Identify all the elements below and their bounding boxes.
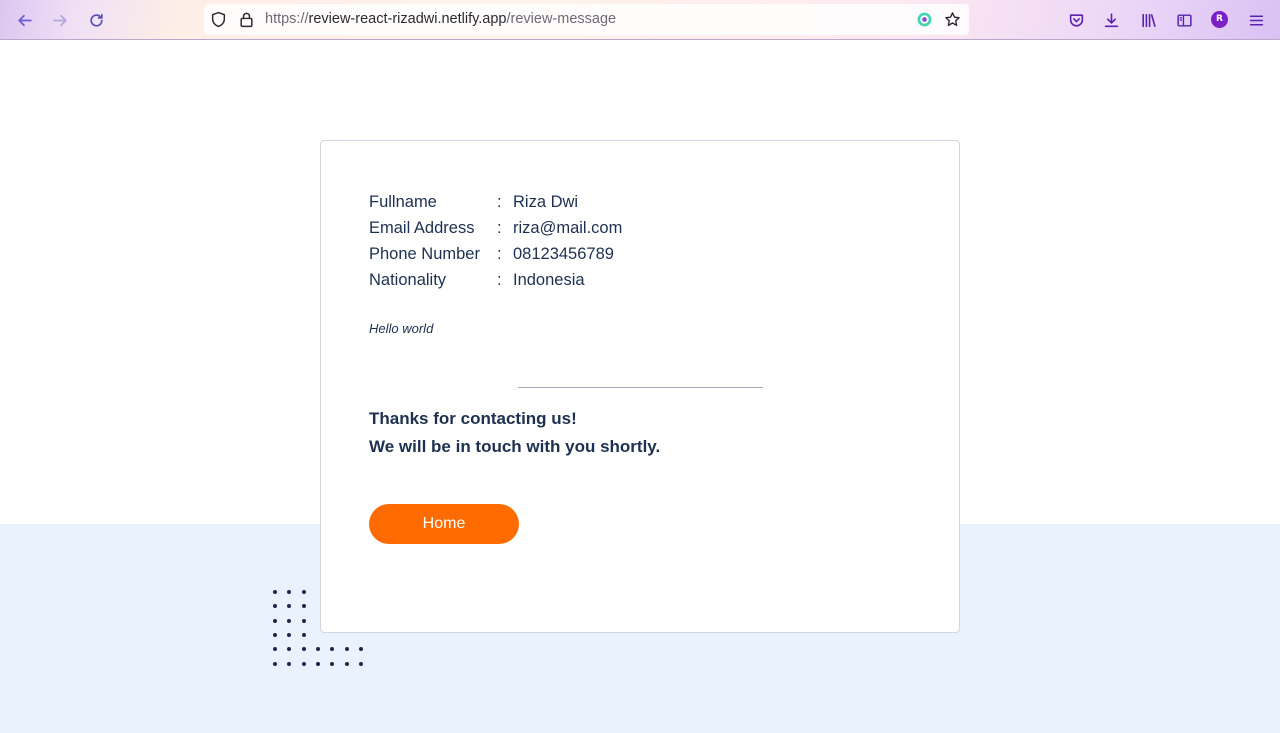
hamburger-menu-icon[interactable] [1244, 8, 1268, 32]
review-message: Hello world [369, 321, 434, 336]
review-card: Fullname : Riza Dwi Email Address : riza… [320, 140, 960, 633]
reload-icon[interactable] [84, 8, 108, 32]
decorative-dot [287, 647, 292, 652]
decorative-dot [315, 647, 320, 652]
url-text[interactable]: https://review-react-rizadwi.netlify.app… [265, 11, 616, 27]
thank-you-line-1: Thanks for contacting us! [369, 409, 577, 428]
decorative-dot [344, 647, 349, 652]
field-label: Fullname [369, 193, 437, 211]
shield-icon[interactable] [210, 11, 227, 28]
field-separator: : [497, 245, 502, 263]
decorative-dot [358, 647, 363, 652]
url-host: review-react-rizadwi.netlify.app [308, 11, 507, 27]
decorative-dot [344, 661, 349, 666]
sidebar-icon[interactable] [1172, 8, 1196, 32]
forward-arrow-icon[interactable] [48, 8, 72, 32]
decorative-dot [301, 618, 306, 623]
decorative-dot [301, 647, 306, 652]
decorative-dot [287, 618, 292, 623]
download-icon[interactable] [1099, 8, 1123, 32]
field-value: Riza Dwi [513, 193, 579, 211]
field-label: Nationality [369, 271, 447, 289]
decorative-dot [273, 632, 277, 637]
profile-avatar[interactable]: R [1211, 11, 1228, 28]
field-value: riza@mail.com [513, 219, 623, 237]
decorative-dot [287, 661, 292, 666]
decorative-dot [273, 618, 277, 623]
decorative-dot [287, 632, 292, 637]
decorative-dot [287, 590, 292, 594]
decorative-dot [358, 661, 363, 666]
decorative-dot [273, 604, 277, 609]
field-label: Email Address [369, 219, 475, 237]
decorative-dot [330, 647, 335, 652]
decorative-dot [287, 604, 292, 609]
back-arrow-icon[interactable] [12, 8, 36, 32]
lock-icon[interactable] [238, 11, 255, 28]
decorative-dot [330, 661, 335, 666]
pocket-icon[interactable] [1064, 8, 1088, 32]
decorative-dot [301, 661, 306, 666]
decorative-dot [315, 661, 320, 666]
field-separator: : [497, 271, 502, 289]
thank-you-line-2: We will be in touch with you shortly. [369, 437, 661, 456]
decorative-dot [273, 590, 277, 594]
decorative-dot [273, 661, 277, 666]
extension-icon[interactable] [916, 11, 933, 28]
url-prefix: https:// [265, 11, 309, 27]
library-icon[interactable] [1136, 8, 1160, 32]
star-icon[interactable] [944, 11, 961, 28]
decorative-dot [301, 632, 306, 637]
divider [518, 387, 763, 388]
field-separator: : [497, 219, 502, 237]
browser-toolbar: https://review-react-rizadwi.netlify.app… [0, 0, 1280, 40]
decorative-dot [273, 647, 277, 652]
field-value: Indonesia [513, 271, 585, 289]
thank-you-message: Thanks for contacting us! We will be in … [369, 405, 660, 461]
home-button[interactable]: Home [369, 504, 519, 544]
page-content: Fullname : Riza Dwi Email Address : riza… [0, 40, 1280, 733]
decorative-dot [301, 590, 306, 594]
field-separator: : [497, 193, 502, 211]
url-path: /review-message [506, 11, 617, 27]
url-bar[interactable]: https://review-react-rizadwi.netlify.app… [204, 4, 969, 35]
field-label: Phone Number [369, 245, 480, 263]
field-value: 08123456789 [513, 245, 614, 263]
decorative-dot [301, 604, 306, 609]
